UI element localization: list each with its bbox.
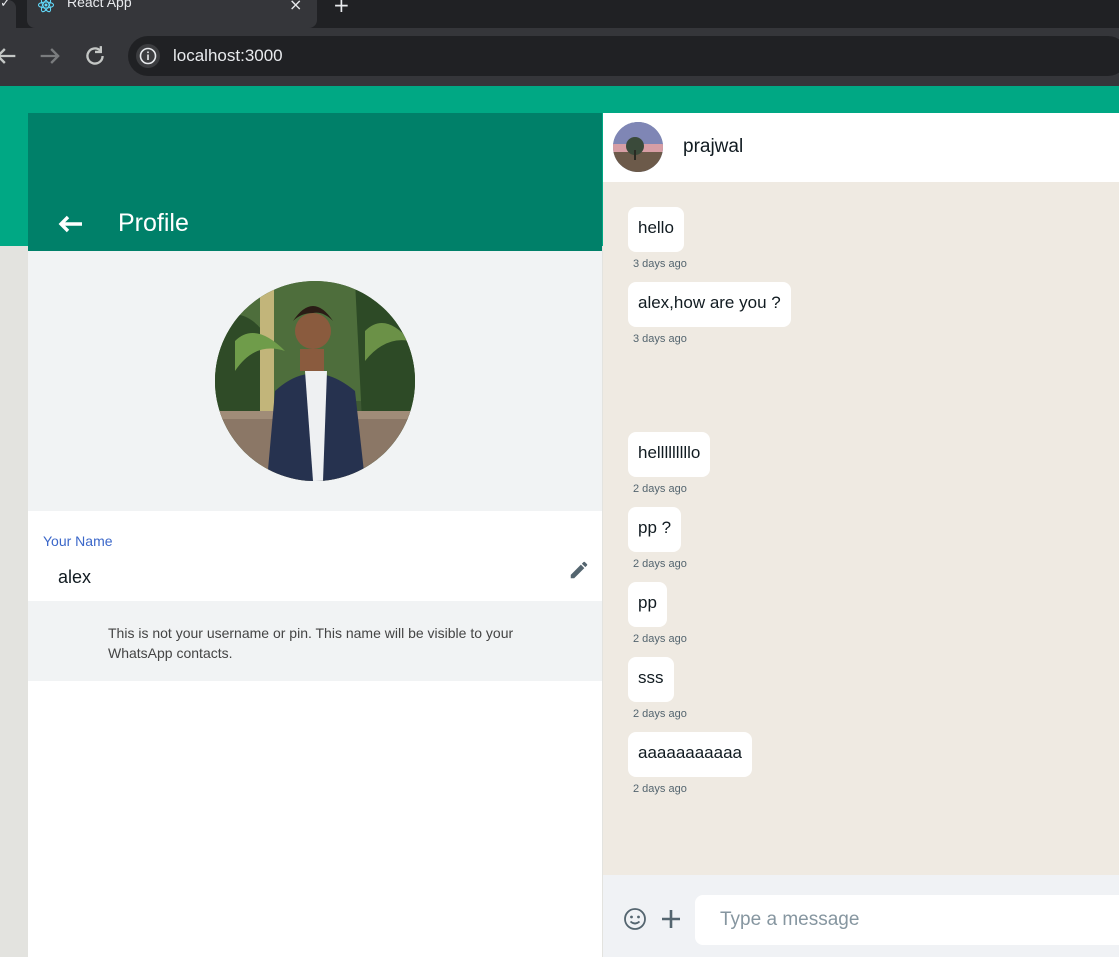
message-bubble: hello — [628, 207, 684, 252]
name-note-section: This is not your username or pin. This n… — [28, 601, 602, 681]
browser-tab[interactable]: React App × — [27, 0, 317, 28]
contact-name: prajwal — [683, 136, 744, 157]
name-section: Your Name alex — [28, 511, 602, 601]
message-bubble: alex,how are you ? — [628, 282, 791, 327]
browser-toolbar: localhost:3000 — [0, 28, 1119, 86]
site-info-icon[interactable] — [136, 44, 160, 68]
new-tab-button[interactable]: + — [333, 0, 350, 17]
message-bubble: aaaaaaaaaaa — [628, 732, 753, 777]
message-time: 2 days ago — [633, 708, 687, 720]
message-bubble: pp — [628, 582, 667, 627]
message-time: 2 days ago — [633, 783, 687, 795]
react-logo-icon — [37, 0, 55, 13]
message-time: 2 days ago — [633, 633, 687, 645]
tab-title: React App — [67, 0, 132, 10]
profile-header: Profile — [28, 113, 602, 251]
message-item: hello 3 days ago — [628, 207, 687, 270]
message-item: alex,how are you ? 3 days ago — [628, 282, 791, 345]
message-composer — [603, 875, 1119, 957]
back-arrow-icon[interactable] — [58, 211, 84, 237]
message-bubble: helllllllllo — [628, 432, 711, 477]
back-arrow-icon[interactable] — [0, 42, 20, 70]
message-time: 2 days ago — [633, 558, 687, 570]
reload-icon[interactable] — [81, 42, 109, 70]
name-label: Your Name — [43, 533, 113, 549]
profile-title: Profile — [118, 209, 189, 237]
checkmark-icon: ✓ — [0, 0, 11, 11]
profile-drawer: Profile Your Name alex This is not your … — [28, 113, 602, 957]
message-time: 3 days ago — [633, 333, 687, 345]
name-note: This is not your username or pin. This n… — [108, 625, 514, 661]
message-item: aaaaaaaaaaa 2 days ago — [628, 732, 753, 795]
message-item: pp 2 days ago — [628, 582, 687, 645]
name-value: alex — [58, 567, 92, 587]
address-bar[interactable]: localhost:3000 — [128, 36, 1119, 76]
forward-arrow-icon[interactable] — [36, 42, 64, 70]
message-bubble: sss — [628, 657, 674, 702]
avatar-section — [28, 251, 602, 511]
tab-close-icon[interactable]: × — [289, 0, 302, 14]
browser-tab-bar: ✓ React App × + — [0, 0, 1119, 28]
plus-icon[interactable] — [659, 907, 683, 931]
previous-tab-stub[interactable]: ✓ — [0, 0, 16, 28]
smiley-icon[interactable] — [623, 907, 647, 931]
profile-avatar[interactable] — [215, 281, 415, 481]
message-bubble: pp ? — [628, 507, 682, 552]
pencil-icon[interactable] — [568, 559, 590, 581]
message-item: sss 2 days ago — [628, 657, 687, 720]
message-time: 3 days ago — [633, 258, 687, 270]
chat-header[interactable]: prajwal — [603, 113, 1119, 182]
message-time: 2 days ago — [633, 483, 687, 495]
message-list: hello 3 days ago alex,how are you ? 3 da… — [603, 182, 1119, 875]
url-text: localhost:3000 — [173, 46, 283, 65]
message-input[interactable] — [695, 895, 1119, 945]
message-item: pp ? 2 days ago — [628, 507, 687, 570]
contact-avatar[interactable] — [613, 122, 663, 172]
message-item: helllllllllo 2 days ago — [628, 432, 711, 495]
